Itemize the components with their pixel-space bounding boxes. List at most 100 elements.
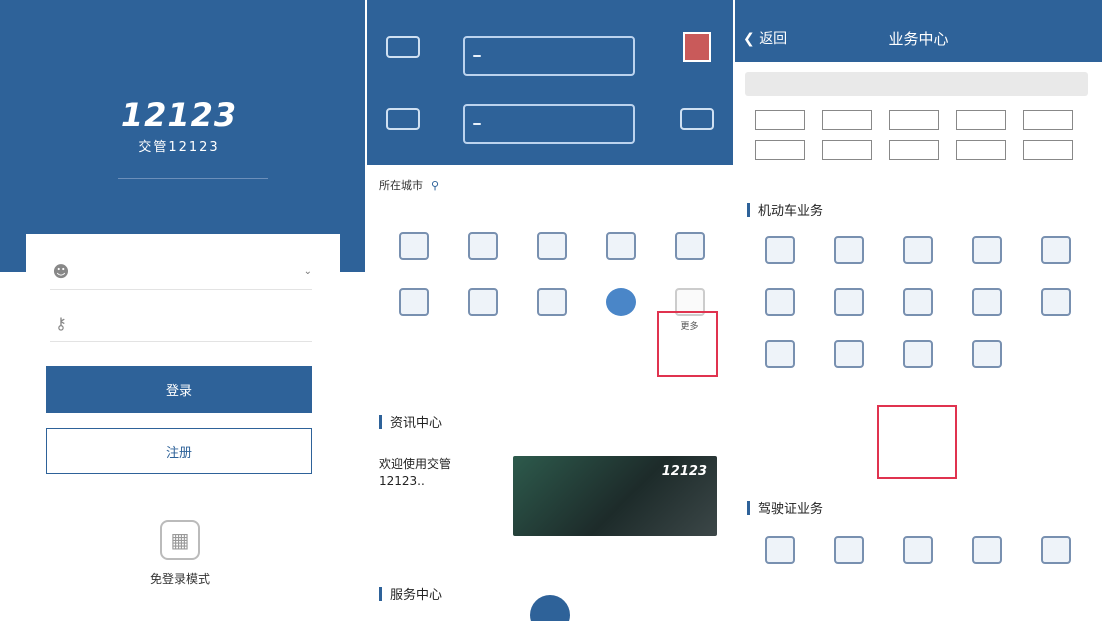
service-item[interactable] <box>379 288 448 333</box>
license-item[interactable] <box>952 536 1021 570</box>
status-bar <box>735 0 1102 16</box>
message-icon <box>680 108 714 130</box>
tag-icon <box>1040 288 1071 316</box>
back-label: 返回 <box>759 31 788 47</box>
center-tab-button[interactable] <box>530 595 570 621</box>
news-image[interactable]: 12123 <box>513 456 717 536</box>
filter-chip[interactable] <box>956 110 1006 130</box>
service-item[interactable] <box>448 232 517 266</box>
vehicle-item[interactable] <box>1021 236 1090 270</box>
vehicle-item[interactable] <box>883 236 952 270</box>
vehicle-grid <box>745 236 1090 374</box>
car-icon <box>902 236 933 264</box>
dropdown-icon[interactable]: ⌄ <box>304 266 312 277</box>
location-icon: ⚲ <box>431 178 440 192</box>
section-bar <box>747 500 750 515</box>
service-item[interactable] <box>586 288 655 333</box>
vehicle-item[interactable] <box>745 288 814 322</box>
vehicle-item[interactable] <box>745 236 814 270</box>
license-shortcut[interactable] <box>381 108 425 133</box>
vehicle-item[interactable] <box>952 236 1021 270</box>
filter-chip[interactable] <box>889 110 939 130</box>
home-screen: 所在城市 ⚲ 更多 资讯中心 欢迎使用交管12123.. 12123 服务中心 <box>367 0 733 621</box>
plate-icon <box>971 236 1002 264</box>
license-section-title: 驾驶证业务 <box>747 498 823 517</box>
filter-chip[interactable] <box>755 110 805 130</box>
free-login-mode[interactable]: ▦ 免登录模式 <box>118 520 242 587</box>
logo-subtitle: 交管12123 <box>138 140 220 155</box>
card-icon <box>764 536 795 564</box>
status-bar <box>0 0 365 16</box>
filter-chip[interactable] <box>822 110 872 130</box>
login-hero: 12123 交管12123 <box>0 0 365 272</box>
document-icon <box>833 340 864 368</box>
vehicle-item[interactable] <box>814 288 883 322</box>
card-icon <box>764 340 795 368</box>
chevron-left-icon: ❮ <box>743 31 755 47</box>
license-grid <box>745 536 1090 570</box>
license-item[interactable] <box>883 536 952 570</box>
login-screen: 12123 交管12123 ☻ ⌄ ⚷ 登录 注册 ▦ 免登录模式 <box>0 0 365 621</box>
vehicle-item[interactable] <box>814 236 883 270</box>
filter-chip[interactable] <box>822 140 872 160</box>
back-button[interactable]: ❮ 返回 <box>743 28 787 48</box>
app-logo: 12123 交管12123 <box>120 96 238 155</box>
car-icon <box>833 236 864 264</box>
vehicle-item[interactable] <box>883 340 952 374</box>
service-item[interactable] <box>448 288 517 333</box>
vehicle-item[interactable] <box>814 340 883 374</box>
filter-chip[interactable] <box>956 140 1006 160</box>
section-bar <box>747 202 750 217</box>
license-item[interactable] <box>1021 536 1090 570</box>
slogan <box>118 178 268 196</box>
card-icon <box>398 288 429 316</box>
filter-chip[interactable] <box>1023 110 1073 130</box>
news-section-title: 资讯中心 <box>379 412 442 431</box>
service-item[interactable] <box>517 232 586 266</box>
user-icon: ☻ <box>52 262 70 281</box>
password-field[interactable]: ⚷ <box>50 306 312 342</box>
message-shortcut[interactable] <box>675 108 719 133</box>
username-field[interactable]: ☻ ⌄ <box>50 254 312 290</box>
business-center-screen: 业务中心 ❮ 返回 机动车业务 驾驶证业务 <box>735 0 1102 621</box>
free-login-label: 免登录模式 <box>149 572 210 586</box>
card-icon <box>902 536 933 564</box>
highlight-box <box>877 405 957 479</box>
service-item[interactable] <box>379 232 448 266</box>
filter-chip[interactable] <box>1023 140 1073 160</box>
login-button[interactable]: 登录 <box>46 366 312 413</box>
news-headline[interactable]: 欢迎使用交管12123.. <box>379 456 479 490</box>
document-icon <box>398 232 429 260</box>
vehicle-banner[interactable] <box>463 36 635 76</box>
vehicle-item[interactable] <box>1021 288 1090 322</box>
license-banner[interactable] <box>463 104 635 144</box>
search-input[interactable] <box>745 72 1088 96</box>
vehicle-item[interactable] <box>883 288 952 322</box>
banner-tag <box>473 55 481 57</box>
filter-chip[interactable] <box>755 140 805 160</box>
service-item[interactable] <box>517 288 586 333</box>
license-item[interactable] <box>745 536 814 570</box>
card-icon <box>764 288 795 316</box>
status-bar <box>367 0 733 16</box>
filter-chip[interactable] <box>889 140 939 160</box>
city-row[interactable]: 所在城市 ⚲ <box>367 170 733 200</box>
license-icon <box>386 108 420 130</box>
vehicle-item[interactable] <box>745 340 814 374</box>
service-item[interactable] <box>586 232 655 266</box>
vehicle-section-label: 机动车业务 <box>758 204 824 219</box>
register-button[interactable]: 注册 <box>46 428 312 474</box>
car-icon <box>536 232 567 260</box>
key-icon: ⚷ <box>55 314 67 333</box>
avatar[interactable] <box>683 32 711 62</box>
card-icon <box>971 536 1002 564</box>
vehicle-item[interactable] <box>952 288 1021 322</box>
vehicle-item[interactable] <box>952 340 1021 374</box>
service-item[interactable] <box>655 232 724 266</box>
section-bar <box>379 586 382 601</box>
scan-shortcut[interactable] <box>381 36 425 61</box>
car-icon <box>467 232 498 260</box>
license-item[interactable] <box>814 536 883 570</box>
globe-icon <box>605 288 636 316</box>
card-icon <box>971 288 1002 316</box>
